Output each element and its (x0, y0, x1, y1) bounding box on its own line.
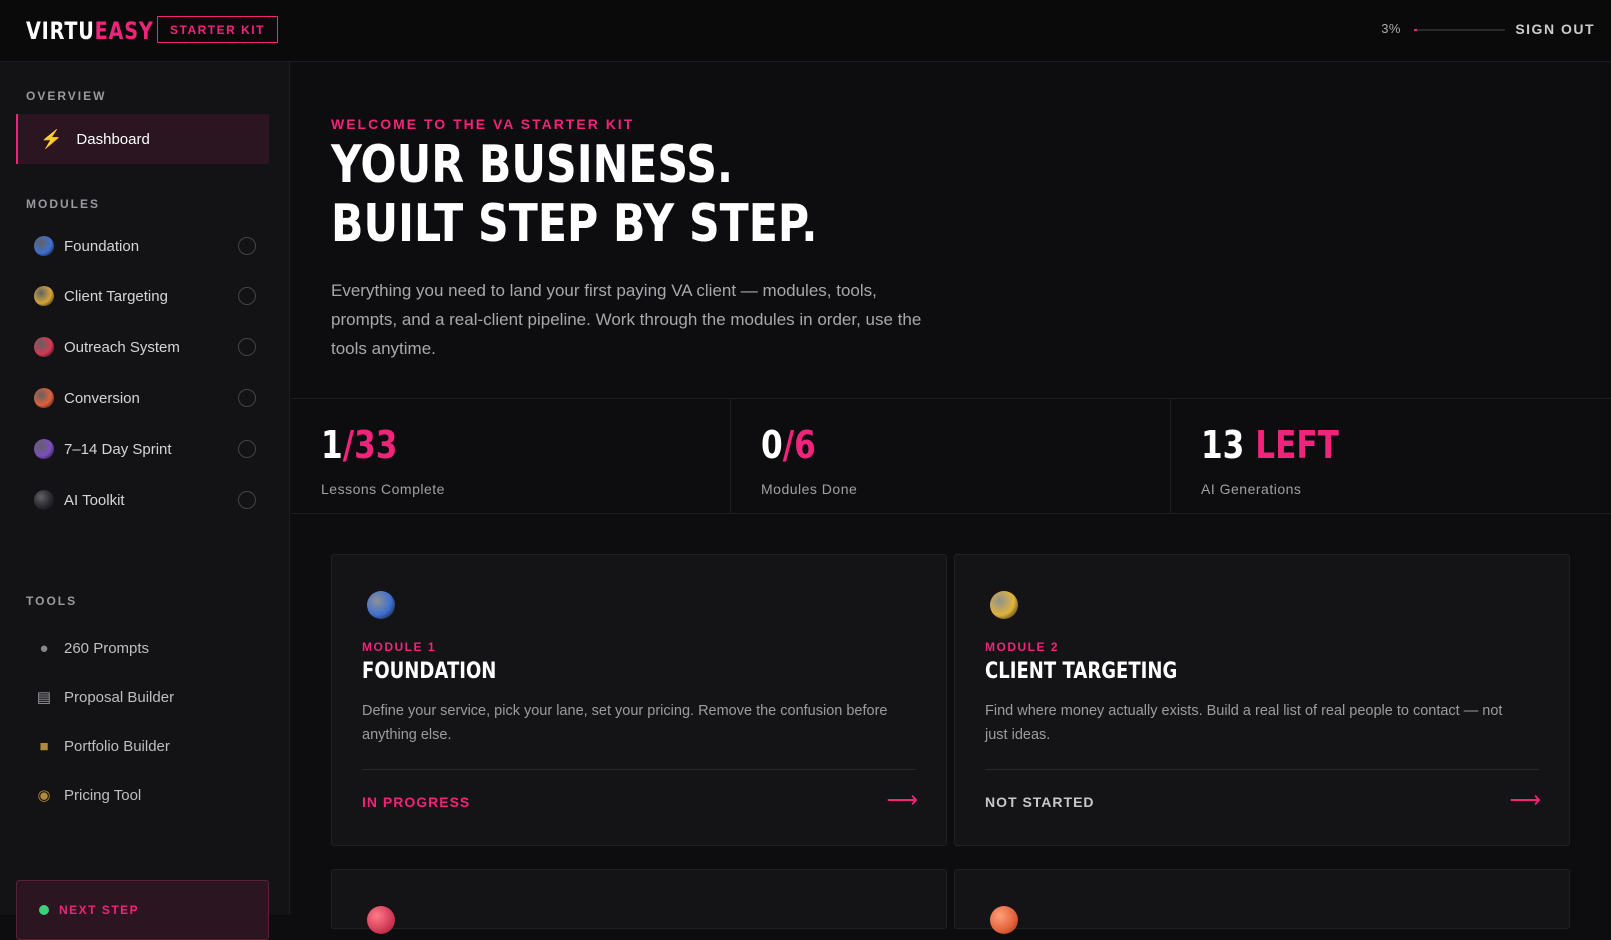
stat-modules: 0/6 Modules Done (731, 399, 1171, 513)
tools-section-label: TOOLS (26, 594, 78, 608)
module-dot-icon (367, 906, 395, 934)
stat-label: Lessons Complete (321, 481, 445, 497)
sidebar-item-outreach-system[interactable]: Outreach System (34, 335, 256, 359)
stats-row: 1/33 Lessons Complete 0/6 Modules Done 1… (291, 398, 1611, 514)
sidebar-item-conversion[interactable]: Conversion (34, 386, 256, 410)
sidebar-item-label: Foundation (64, 237, 140, 255)
module-description: Find where money actually exists. Build … (985, 703, 1503, 743)
sidebar-item-label: Outreach System (64, 338, 180, 356)
module-status: NOT STARTED (985, 794, 1095, 810)
sidebar-item-proposal-builder[interactable]: ▤ Proposal Builder (34, 685, 174, 709)
sidebar-item-prompts[interactable]: ● 260 Prompts (34, 636, 149, 660)
page-title: YOUR BUSINESS. BUILT STEP BY STEP. (331, 136, 817, 254)
status-dot-icon (39, 905, 49, 915)
stat-label: AI Generations (1201, 481, 1302, 497)
speech-bubble-icon: ● (39, 639, 49, 657)
sprint-module-dot-icon (34, 439, 54, 459)
progress-bar-fill (1414, 29, 1417, 31)
sidebar-item-label: Proposal Builder (64, 688, 175, 706)
folder-icon: ■ (39, 737, 49, 755)
progress-bar (1414, 29, 1505, 31)
completion-circle-icon (238, 287, 256, 305)
sidebar-item-portfolio-builder[interactable]: ■ Portfolio Builder (34, 734, 170, 758)
stat-value: 0 (761, 423, 783, 467)
sidebar-item-label: Pricing Tool (64, 786, 142, 804)
arrow-right-icon[interactable]: ⟶ (1509, 787, 1541, 813)
module-card-foundation[interactable]: MODULE 1 FOUNDATION Define your service,… (331, 554, 947, 846)
overview-section-label: OVERVIEW (26, 89, 107, 103)
sidebar-item-ai-toolkit[interactable]: AI Toolkit (34, 488, 256, 512)
sidebar-item-label: AI Toolkit (64, 491, 125, 509)
stat-lessons: 1/33 Lessons Complete (291, 399, 731, 513)
sidebar-item-pricing-tool[interactable]: ◉ Pricing Tool (34, 783, 141, 807)
logo[interactable]: VIRTUEASY (26, 17, 154, 45)
progress-percent: 3% (1381, 21, 1401, 36)
stat-value: 13 (1201, 423, 1256, 467)
completion-circle-icon (238, 491, 256, 509)
module-dot-icon (367, 591, 395, 619)
modules-section-label: MODULES (26, 197, 100, 211)
headline-line-1: YOUR BUSINESS. (331, 135, 734, 195)
sidebar-item-label: Portfolio Builder (64, 737, 170, 755)
sidebar-item-label: Conversion (64, 389, 140, 407)
module-card-outreach[interactable] (331, 869, 947, 934)
stat-label: Modules Done (761, 481, 858, 497)
completion-circle-icon (238, 440, 256, 458)
money-bag-icon: ◉ (37, 787, 51, 804)
module-description: Define your service, pick your lane, set… (362, 703, 888, 743)
sidebar-item-day-sprint[interactable]: 7–14 Day Sprint (34, 437, 256, 461)
completion-circle-icon (238, 338, 256, 356)
main-content: WELCOME TO THE VA STARTER KIT YOUR BUSIN… (291, 62, 1611, 934)
starter-kit-badge: STARTER KIT (157, 16, 278, 43)
module-dot-icon (990, 906, 1018, 934)
module-title: FOUNDATION (362, 659, 497, 684)
sidebar-item-dashboard[interactable]: ⚡ Dashboard (16, 114, 269, 164)
welcome-eyebrow: WELCOME TO THE VA STARTER KIT (331, 116, 635, 132)
module-title: CLIENT TARGETING (985, 659, 1178, 684)
sidebar-item-label: 7–14 Day Sprint (64, 440, 172, 458)
lightning-icon: ⚡ (40, 128, 63, 149)
module-card-conversion[interactable] (954, 869, 1570, 934)
sidebar-item-client-targeting[interactable]: Client Targeting (34, 284, 256, 308)
divider (362, 769, 916, 770)
module-status: IN PROGRESS (362, 794, 471, 810)
next-step-panel[interactable]: NEXT STEP (16, 880, 269, 940)
stat-total: /33 (342, 423, 398, 467)
stat-total: /6 (782, 423, 816, 467)
conversion-module-dot-icon (34, 388, 54, 408)
foundation-module-dot-icon (34, 236, 54, 256)
divider (985, 769, 1539, 770)
sidebar-item-label: Dashboard (76, 130, 150, 148)
module-card-client-targeting[interactable]: MODULE 2 CLIENT TARGETING Find where mon… (954, 554, 1570, 846)
module-number: MODULE 1 (362, 640, 437, 654)
sidebar-item-label: Client Targeting (64, 287, 168, 305)
outreach-module-dot-icon (34, 337, 54, 357)
module-dot-icon (990, 591, 1018, 619)
completion-circle-icon (238, 237, 256, 255)
ai-toolkit-module-dot-icon (34, 490, 54, 510)
intro-text: Everything you need to land your first p… (331, 281, 922, 358)
stat-value: 1 (321, 423, 343, 467)
sidebar-item-label: 260 Prompts (64, 639, 150, 657)
arrow-right-icon[interactable]: ⟶ (886, 787, 918, 813)
stat-ai-generations: 13 LEFT AI Generations (1171, 399, 1611, 513)
sidebar-item-foundation[interactable]: Foundation (34, 234, 256, 258)
client-targeting-module-dot-icon (34, 286, 54, 306)
headline-line-2: BUILT STEP BY STEP. (331, 194, 818, 254)
module-number: MODULE 2 (985, 640, 1060, 654)
sidebar: OVERVIEW ⚡ Dashboard MODULES Foundation … (0, 62, 290, 940)
stat-suffix: LEFT (1255, 423, 1339, 467)
top-bar: VIRTUEASY STARTER KIT 3% SIGN OUT (0, 0, 1611, 62)
sign-out-button[interactable]: SIGN OUT (1515, 21, 1595, 37)
completion-circle-icon (238, 389, 256, 407)
document-icon: ▤ (36, 689, 52, 706)
